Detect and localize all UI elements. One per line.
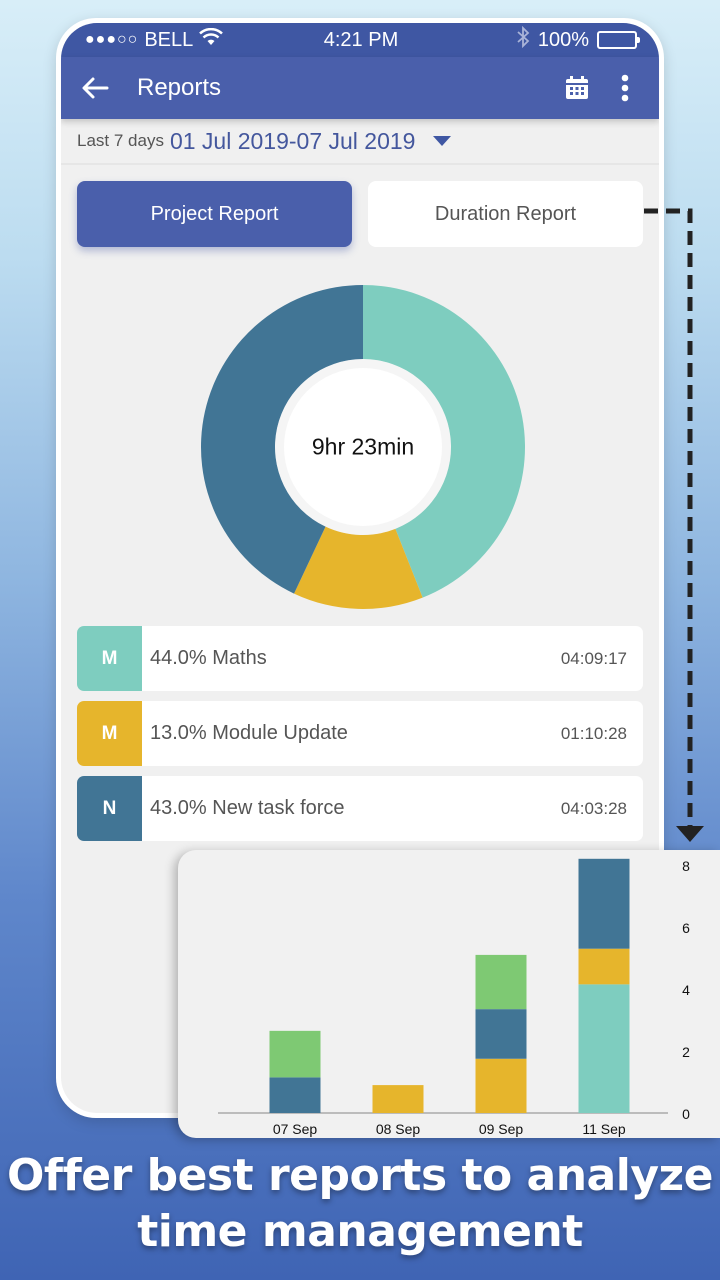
project-duration: 04:03:28 [560, 798, 627, 818]
tagline-line-2: time management [137, 1206, 583, 1257]
signal-strength-icon: ●●●○○ [85, 31, 139, 48]
x-tick-label: 08 Sep [376, 1121, 421, 1137]
clock: 4:21 PM [323, 28, 399, 51]
project-item-module-update[interactable]: M 13.0% Module Update 01:10:28 [77, 701, 643, 766]
arrow-down-icon [676, 826, 704, 842]
x-tick-label: 07 Sep [273, 1121, 318, 1137]
tab-project-report[interactable]: Project Report [77, 181, 352, 247]
bar-segment-green [475, 954, 527, 1010]
bluetooth-icon [516, 25, 530, 54]
status-bar: ●●●○○ BELL 4:21 PM 100% [61, 23, 659, 57]
page-title: Reports [137, 74, 222, 101]
bar-segment-yellow [475, 1058, 527, 1113]
bar-segment-blue [475, 1009, 527, 1059]
project-duration: 04:09:17 [560, 648, 627, 668]
project-name: 44.0% Maths [150, 647, 267, 669]
promo-tagline: Offer best reports to analyze time manag… [0, 1148, 720, 1260]
project-initial-badge: M [77, 626, 142, 691]
report-tabs: Project Report Duration Report [61, 165, 659, 247]
date-range-value: 01 Jul 2019-07 Jul 2019 [169, 127, 416, 154]
date-range-selector[interactable]: Last 7 days 01 Jul 2019-07 Jul 2019 [61, 119, 659, 165]
calendar-icon[interactable] [559, 70, 595, 106]
battery-percent: 100% [537, 28, 589, 51]
project-item-new-task-force[interactable]: N 43.0% New task force 04:03:28 [77, 776, 643, 841]
project-name: 13.0% Module Update [150, 722, 348, 744]
back-arrow-icon[interactable] [77, 70, 113, 106]
total-duration: 9hr 23min [311, 433, 415, 460]
y-tick-label: 4 [682, 982, 690, 998]
bar-segment-yellow [372, 1085, 424, 1113]
project-initial-badge: M [77, 701, 142, 766]
dropdown-caret-icon[interactable] [433, 136, 452, 146]
carrier-name: BELL [144, 28, 194, 51]
bar-segment-yellow [578, 948, 630, 985]
project-name: 43.0% New task force [150, 797, 345, 819]
wifi-icon [199, 27, 224, 52]
y-tick-label: 2 [682, 1044, 690, 1060]
project-item-maths[interactable]: M 44.0% Maths 04:09:17 [77, 626, 643, 691]
more-options-icon[interactable] [607, 70, 643, 106]
project-duration: 01:10:28 [560, 723, 627, 743]
app-bar: Reports [61, 57, 659, 119]
tab-duration-report[interactable]: Duration Report [368, 181, 643, 247]
project-initial-badge: N [77, 776, 142, 841]
y-tick-label: 0 [682, 1106, 690, 1122]
battery-icon [597, 31, 640, 49]
donut-chart: 9hr 23min [198, 282, 528, 612]
x-tick-label: 11 Sep [582, 1121, 626, 1137]
duration-bar-chart: 0 2 4 6 8 07 Sep 08 Sep 09 Sep 11 Sep [178, 850, 720, 1138]
bar-segment-green [269, 1030, 321, 1078]
project-list: M 44.0% Maths 04:09:17 M 13.0% Module Up… [77, 626, 643, 851]
x-tick-label: 09 Sep [479, 1121, 524, 1137]
date-range-label: Last 7 days [77, 131, 164, 150]
bar-segment-teal [578, 984, 630, 1113]
tagline-line-1: Offer best reports to analyze [7, 1150, 713, 1201]
y-tick-label: 8 [682, 858, 690, 874]
bar-segment-blue [269, 1077, 321, 1113]
bar-segment-blue [578, 858, 630, 949]
y-tick-label: 6 [682, 920, 690, 936]
